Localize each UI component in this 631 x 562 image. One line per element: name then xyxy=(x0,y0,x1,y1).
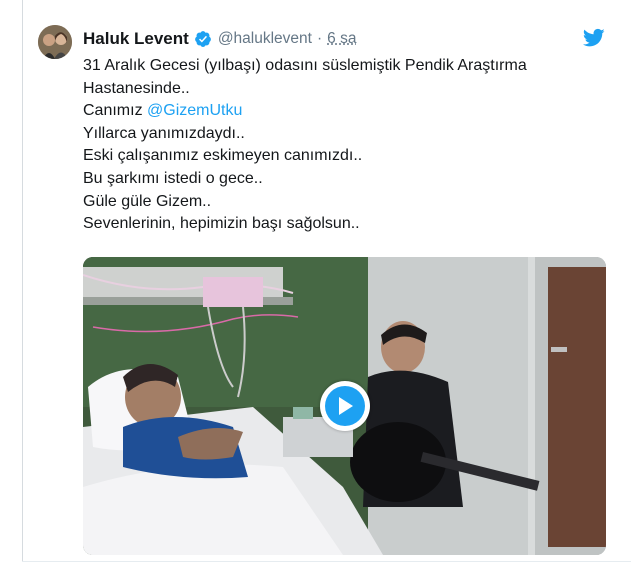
author-name[interactable]: Haluk Levent xyxy=(83,29,189,49)
twitter-bird-icon[interactable] xyxy=(582,28,605,48)
tweet-line-4: Yıllarca yanımızdaydı.. xyxy=(83,124,245,142)
tweet-line-3-text: Canımız xyxy=(83,102,148,120)
avatar[interactable] xyxy=(38,25,72,59)
tweet-line-5: Eski çalışanımız eskimeyen canımızdı.. xyxy=(83,147,363,165)
thread-divider xyxy=(22,0,23,562)
tweet-line-8: Sevenlerinin, hepimizin başı sağolsun.. xyxy=(83,215,360,233)
tweet-timestamp[interactable]: 6 sa xyxy=(327,30,356,48)
tweet-body: 31 Aralık Gecesi (yılbaşı) odasını süsle… xyxy=(83,55,603,236)
verified-badge-icon xyxy=(194,30,212,48)
tweet-card: Haluk Levent @haluklevent · 6 sa 31 Aral… xyxy=(0,0,631,562)
tweet-line-1: 31 Aralık Gecesi (yılbaşı) odasını süsle… xyxy=(83,57,527,74)
play-button[interactable] xyxy=(320,381,370,431)
tweet-line-6: Bu şarkımı istedi o gece.. xyxy=(83,169,263,187)
mention-link[interactable]: @GizemUtku xyxy=(147,102,242,119)
tweet-line-2: Hastanesinde.. xyxy=(83,79,190,97)
tweet-line-3: Canımız @GizemUtku xyxy=(83,100,603,123)
play-icon xyxy=(325,386,365,426)
separator-dot: · xyxy=(316,30,323,47)
tweet-line-7: Güle güle Gizem.. xyxy=(83,192,212,210)
author-handle[interactable]: @haluklevent xyxy=(218,30,312,48)
tweet-header: Haluk Levent @haluklevent · 6 sa xyxy=(83,28,356,50)
